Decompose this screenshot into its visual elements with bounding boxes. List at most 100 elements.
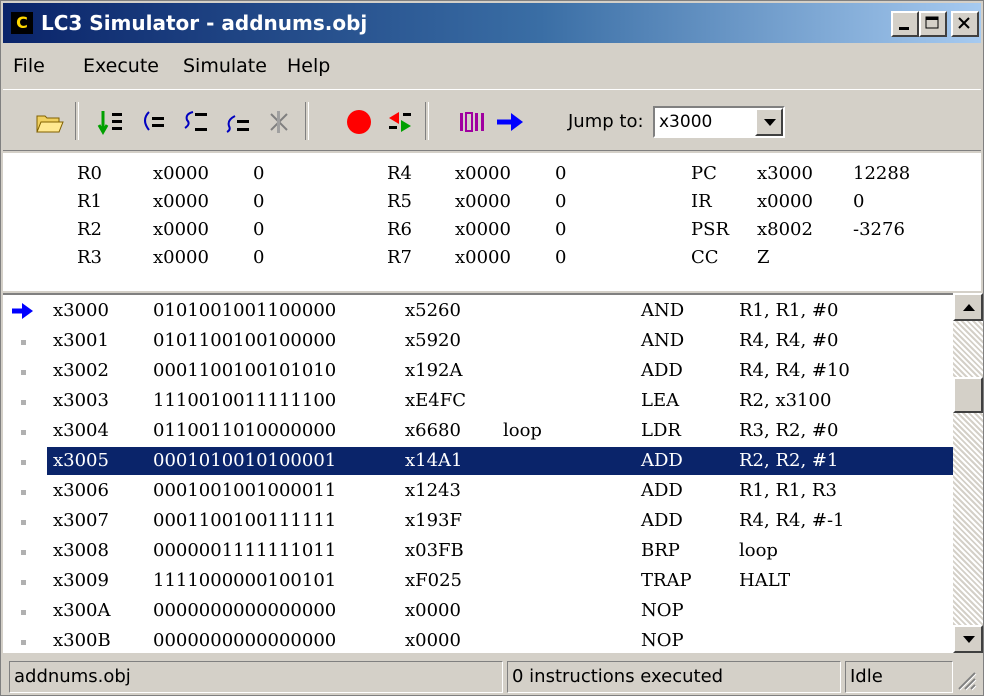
step-into-button[interactable]: [177, 104, 213, 138]
jump-to-input[interactable]: [657, 110, 757, 134]
memory-row[interactable]: x3000 0101001001100000 x5260 AND R1, R1, #0: [3, 297, 953, 327]
register-name: R4: [387, 163, 413, 184]
register-hex: x0000: [153, 219, 209, 240]
breakpoint-gutter[interactable]: [11, 450, 35, 472]
memory-addr: x3002: [53, 360, 109, 381]
title-bar[interactable]: C LC3 Simulator - addnums.obj: [3, 3, 981, 43]
menu-simulate[interactable]: Simulate: [183, 55, 267, 77]
maximize-icon: [925, 16, 939, 29]
breakpoint-gutter[interactable]: [11, 360, 35, 382]
close-button[interactable]: [951, 11, 979, 37]
stop-execution-button[interactable]: [261, 104, 297, 138]
memory-row[interactable]: x3006 0001001001000011 x1243 ADD R1, R1, R3: [3, 477, 953, 507]
register-dec: 0: [555, 163, 567, 184]
memory-bin: 0101100100100000: [153, 330, 337, 351]
breakpoint-gutter[interactable]: [11, 420, 35, 442]
memory-row[interactable]: x3003 1110010011111100 xE4FC LEA R2, x3100: [3, 387, 953, 417]
register-name: R3: [77, 247, 103, 268]
breakpoint-gutter[interactable]: [11, 330, 35, 352]
breakpoint-gutter[interactable]: [11, 570, 35, 592]
register-name: IR: [691, 191, 712, 212]
stop-icon: [270, 111, 288, 133]
memory-args: HALT: [739, 570, 791, 591]
memory-addr: x3007: [53, 510, 109, 531]
menu-bar: File Execute Simulate Help: [3, 45, 981, 85]
memory-row[interactable]: x3007 0001100100111111 x193F ADD R4, R4, #-1: [3, 507, 953, 537]
memory-hex: x0000: [405, 630, 461, 651]
scroll-up-button[interactable]: [953, 293, 983, 321]
memory-row[interactable]: x3001 0101100100100000 x5920 AND R4, R4, #0: [3, 327, 953, 357]
run-icon: [97, 111, 122, 136]
chevron-down-icon: [764, 119, 776, 126]
memory-button[interactable]: [453, 104, 489, 138]
breakpoint-gutter[interactable]: [11, 390, 35, 412]
toolbar: Jump to:: [3, 89, 981, 151]
memory-args: R2, R2, #1: [739, 450, 839, 471]
register-dec: 0: [253, 191, 265, 212]
register-hex: x0000: [757, 191, 813, 212]
breakpoint-gutter[interactable]: [11, 630, 35, 652]
register-dec: 0: [555, 191, 567, 212]
memory-addr: x3003: [53, 390, 109, 411]
jump-button[interactable]: [491, 104, 527, 138]
memory-op: NOP: [641, 630, 684, 651]
memory-row[interactable]: x3002 0001100100101010 x192A ADD R4, R4, #10: [3, 357, 953, 387]
memory-row[interactable]: x300B 0000000000000000 x0000 NOP: [3, 627, 953, 653]
memory-row[interactable]: x300A 0000000000000000 x0000 NOP: [3, 597, 953, 627]
gutter-dot-icon: [21, 430, 26, 435]
register-name: PSR: [691, 219, 729, 240]
pc-arrow-icon: [12, 303, 33, 319]
register-hex: x0000: [153, 191, 209, 212]
jump-dropdown-button[interactable]: [755, 108, 783, 136]
jump-to-combobox[interactable]: [653, 106, 785, 138]
maximize-button[interactable]: [919, 11, 947, 37]
memory-row[interactable]: x3008 0000001111111011 x03FB BRP loop: [3, 537, 953, 567]
memory-bin: 0000000000000000: [153, 630, 337, 651]
gutter-dot-icon: [21, 610, 26, 615]
memory-op: LEA: [641, 390, 680, 411]
register-dec: 0: [853, 191, 865, 212]
memory-scrollbar[interactable]: [953, 293, 983, 653]
memory-addr: x3001: [53, 330, 109, 351]
run-button[interactable]: [93, 104, 129, 138]
memory-row[interactable]: x3005 0001010010100001 x14A1 ADD R2, R2, #1: [3, 447, 953, 477]
open-button[interactable]: [31, 104, 67, 138]
step-over-button[interactable]: [135, 104, 171, 138]
memory-args: R4, R4, #-1: [739, 510, 845, 531]
menu-execute[interactable]: Execute: [83, 55, 159, 77]
memory-hex: x6680: [405, 420, 461, 441]
step-out-button[interactable]: [219, 104, 255, 138]
menu-help[interactable]: Help: [287, 55, 330, 77]
breakpoint-gutter[interactable]: [11, 480, 35, 502]
breakpoint-gutter[interactable]: [11, 510, 35, 532]
registers-button[interactable]: [381, 104, 417, 138]
register-hex: x0000: [153, 247, 209, 268]
toolbar-separator: [75, 102, 79, 140]
open-folder-icon: [36, 115, 64, 133]
memory-op: ADD: [641, 510, 683, 531]
breakpoint-gutter[interactable]: [11, 300, 35, 322]
memory-row[interactable]: x3004 0110011010000000 x6680 loop LDR R3, R2,…: [3, 417, 953, 447]
menu-file[interactable]: File: [13, 55, 45, 77]
memory-hex: x0000: [405, 600, 461, 621]
breakpoint-gutter[interactable]: [11, 600, 35, 622]
scroll-down-button[interactable]: [953, 625, 983, 653]
close-icon: [958, 17, 970, 29]
scroll-thumb[interactable]: [953, 377, 983, 413]
memory-hex: x5920: [405, 330, 461, 351]
breakpoint-button[interactable]: [341, 104, 377, 138]
memory-args: R4, R4, #0: [739, 330, 839, 351]
window-title: LC3 Simulator - addnums.obj: [41, 11, 368, 35]
register-dec: -3276: [853, 219, 905, 240]
gutter-dot-icon: [21, 400, 26, 405]
breakpoint-gutter[interactable]: [11, 540, 35, 562]
memory-row[interactable]: x3009 1111000000100101 xF025 TRAP HALT: [3, 567, 953, 597]
memory-op: TRAP: [641, 570, 692, 591]
register-dec: 0: [555, 247, 567, 268]
lc3-simulator-window: C LC3 Simulator - addnums.obj File Execu…: [0, 0, 984, 696]
memory-args: R2, x3100: [739, 390, 832, 411]
memory-hex: x193F: [405, 510, 462, 531]
memory-addr: x3008: [53, 540, 109, 561]
minimize-button[interactable]: [891, 11, 919, 37]
resize-grip-icon[interactable]: [953, 667, 977, 691]
